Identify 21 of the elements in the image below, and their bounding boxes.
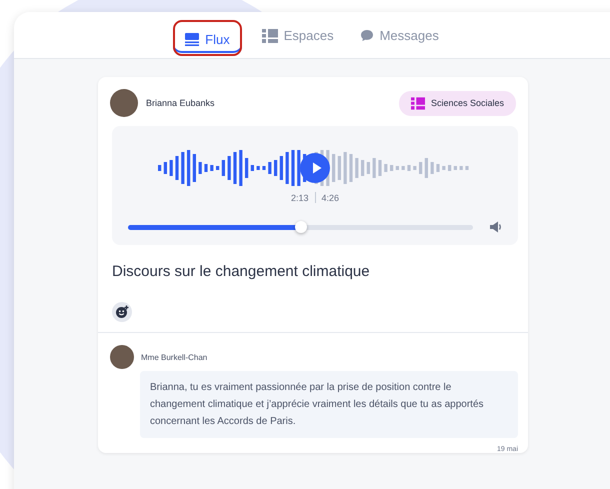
chat-icon	[360, 29, 374, 42]
space-tag[interactable]: Sciences Sociales	[398, 90, 516, 116]
avatar	[110, 89, 138, 117]
comment-text: Brianna, tu es vraiment passionnée par la prise de position contre le changement climatique et j’apprécie vraiment les détails que tu as apportés concernant les Accords de Paris.	[140, 371, 518, 438]
spaces-icon	[410, 96, 425, 110]
nav-tab[interactable]: Messages	[354, 12, 445, 59]
post-title: Discours sur le changement climatique	[112, 263, 371, 280]
add-reaction-button[interactable]	[112, 302, 132, 322]
smiley-plus-icon	[115, 305, 129, 319]
avatar	[110, 345, 134, 369]
nav-tab[interactable]: Espaces	[256, 12, 340, 59]
nav-tab[interactable]: Flux	[173, 20, 242, 56]
slider-thumb[interactable]	[294, 220, 306, 232]
spaces-icon	[262, 28, 278, 42]
duration: 4:26	[322, 192, 340, 202]
list-icon	[185, 33, 200, 46]
author-name: Brianna Eubanks	[146, 98, 216, 108]
comment-author: Mme Burkell-Chan	[141, 352, 208, 362]
current-time: 2:13	[290, 192, 308, 202]
volume-icon[interactable]	[489, 221, 502, 233]
play-icon	[312, 162, 322, 174]
